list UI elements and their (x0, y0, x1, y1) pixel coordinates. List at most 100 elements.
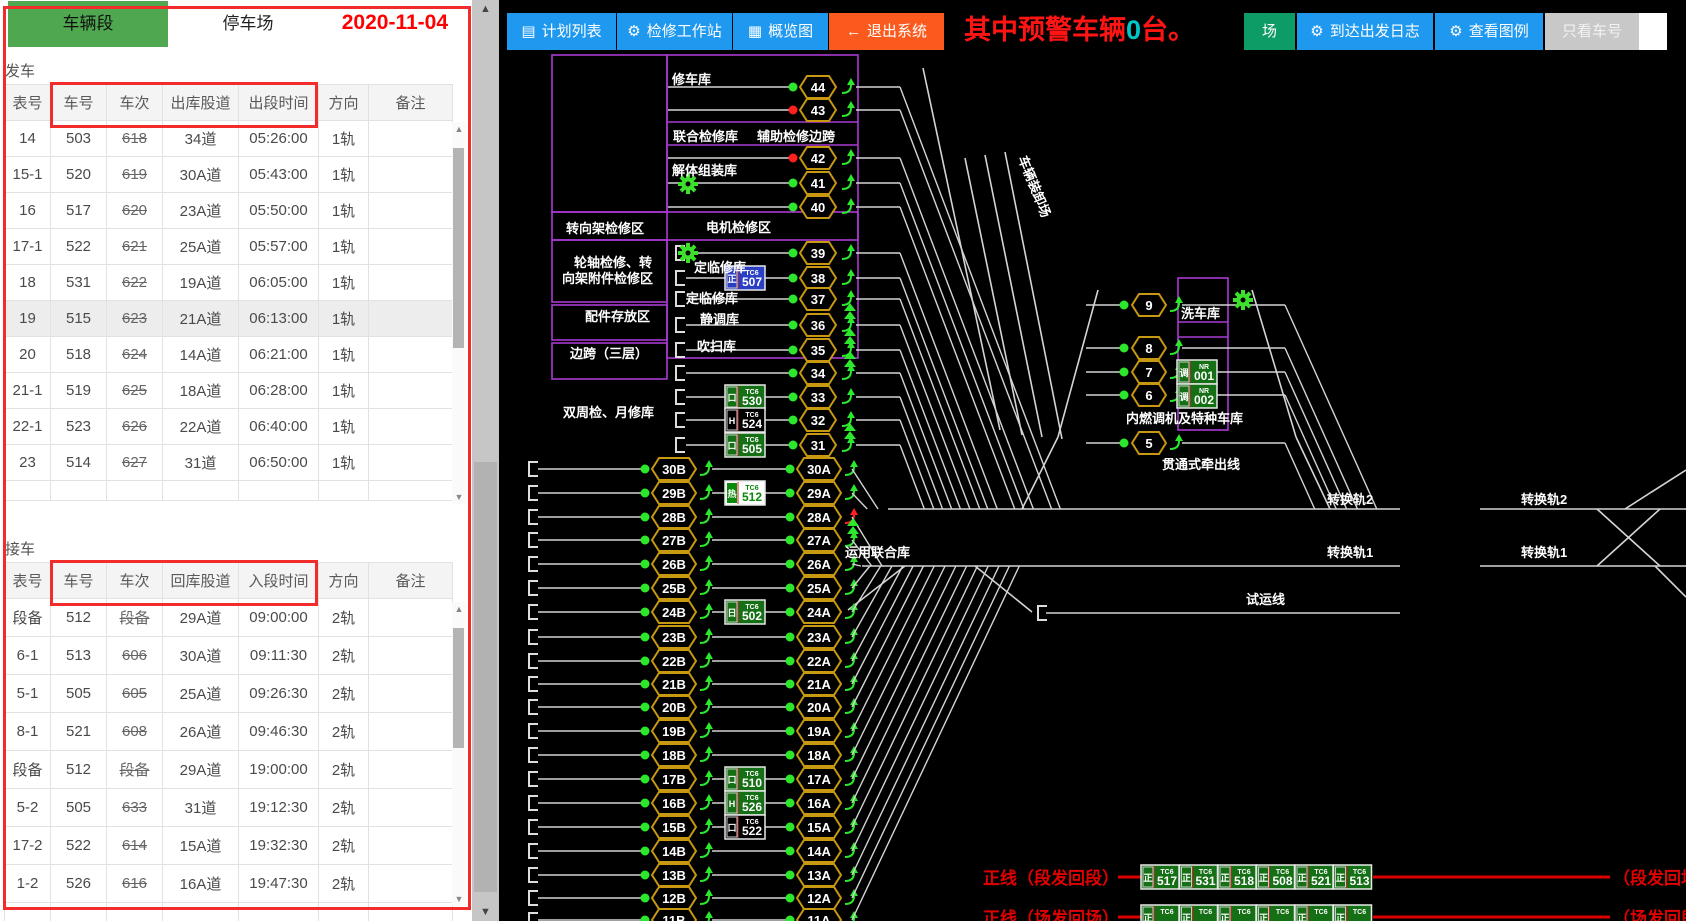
track-badge-21A[interactable]: 21A (797, 673, 841, 695)
track-badge-41[interactable]: 41 (800, 172, 836, 194)
toolbar-left-2-button[interactable]: ▦概览图 (733, 13, 828, 50)
train-badge-TC6[interactable]: 正TC6 (1257, 905, 1295, 921)
track-badge-5[interactable]: 5 (1132, 432, 1166, 454)
table-row[interactable]: 17-152262125A道05:57:001轨 (5, 229, 453, 265)
train-badge-512[interactable]: 热TC6512 (725, 481, 765, 505)
track-badge-39[interactable]: 39 (800, 242, 836, 264)
track-badge-13B[interactable]: 13B (652, 864, 696, 886)
track-badge-32[interactable]: 32 (800, 409, 836, 431)
track-badge-24B[interactable]: 24B (652, 601, 696, 623)
track-badge-33[interactable]: 33 (800, 386, 836, 408)
arrive-table-scrollbar[interactable]: ▲ ▼ (452, 602, 466, 906)
track-badge-20B[interactable]: 20B (652, 696, 696, 718)
track-badge-29A[interactable]: 29A (797, 482, 841, 504)
table-row[interactable]: 段备512段备29A道09:00:002轨 (5, 599, 453, 637)
table-row[interactable]: 1651762023A道05:50:001轨 (5, 193, 453, 229)
train-badge-530[interactable]: 口TC6530 (725, 385, 765, 409)
toolbar-right-3-button[interactable]: 只看车号 (1545, 13, 1639, 50)
toolbar-left-0-button[interactable]: ▤计划列表 (507, 13, 616, 50)
track-badge-42[interactable]: 42 (800, 147, 836, 169)
track-badge-25A[interactable]: 25A (797, 577, 841, 599)
track-badge-14B[interactable]: 14B (652, 840, 696, 862)
track-badge-28B[interactable]: 28B (652, 506, 696, 528)
track-badge-27A[interactable]: 27A (797, 529, 841, 551)
table-row[interactable]: 22-152362622A道06:40:001轨 (5, 409, 453, 445)
track-badge-13A[interactable]: 13A (797, 864, 841, 886)
toolbar-left-3-button[interactable]: ←退出系统 (829, 13, 944, 50)
table-row[interactable]: 1853162219A道06:05:001轨 (5, 265, 453, 301)
track-badge-18A[interactable]: 18A (797, 744, 841, 766)
track-badge-37[interactable]: 37 (800, 288, 836, 310)
train-badge-513[interactable]: 正TC6513 (1334, 865, 1372, 889)
track-badge-7[interactable]: 7 (1132, 361, 1166, 383)
track-badge-43[interactable]: 43 (800, 99, 836, 121)
tab-parking[interactable]: 停车场 (168, 1, 328, 47)
track-badge-28A[interactable]: 28A (797, 506, 841, 528)
depart-table-scrollbar[interactable]: ▲ ▼ (452, 122, 466, 504)
table-row[interactable]: 5-250563331道19:12:302轨 (5, 789, 453, 827)
table-row[interactable]: 8-152160826A道09:46:302轨 (5, 713, 453, 751)
train-badge-505[interactable]: 口TC6505 (725, 433, 765, 457)
toolbar-left-1-button[interactable]: ⚙检修工作站 (617, 13, 732, 50)
track-badge-16B[interactable]: 16B (652, 792, 696, 814)
track-badge-11A[interactable]: 11A (797, 909, 841, 921)
table-row[interactable]: 5-150560525A道09:26:302轨 (5, 675, 453, 713)
train-badge-526[interactable]: HTC6526 (725, 791, 765, 815)
track-badge-27B[interactable]: 27B (652, 529, 696, 551)
track-badge-23B[interactable]: 23B (652, 626, 696, 648)
track-badge-20A[interactable]: 20A (797, 696, 841, 718)
train-badge-TC6[interactable]: 正TC6 (1295, 905, 1333, 921)
train-badge-510[interactable]: 口TC6510 (725, 767, 765, 791)
train-badge-518[interactable]: 正TC6518 (1218, 865, 1256, 889)
train-badge-TC6[interactable]: 正TC6 (1141, 905, 1179, 921)
track-badge-17B[interactable]: 17B (652, 768, 696, 790)
track-badge-30A[interactable]: 30A (797, 458, 841, 480)
table-row[interactable]: 1450361834道05:26:001轨 (5, 121, 453, 157)
table-row[interactable]: 6-151360630A道09:11:302轨 (5, 637, 453, 675)
train-badge-002[interactable]: 调NR002 (1177, 384, 1217, 408)
track-badge-35[interactable]: 35 (800, 339, 836, 361)
track-badge-22A[interactable]: 22A (797, 650, 841, 672)
track-badge-36[interactable]: 36 (800, 314, 836, 336)
track-badge-25B[interactable]: 25B (652, 577, 696, 599)
table-row[interactable]: 2051862414A道06:21:001轨 (5, 337, 453, 373)
table-row[interactable]: 21-151962518A道06:28:001轨 (5, 373, 453, 409)
track-badge-19A[interactable]: 19A (797, 720, 841, 742)
track-badge-11B[interactable]: 11B (652, 909, 696, 921)
track-badge-9[interactable]: 9 (1132, 294, 1166, 316)
toolbar-right-1-button[interactable]: ⚙到达出发日志 (1297, 13, 1433, 50)
track-badge-34[interactable]: 34 (800, 362, 836, 384)
track-badge-23A[interactable]: 23A (797, 626, 841, 648)
track-badge-18B[interactable]: 18B (652, 744, 696, 766)
track-badge-12A[interactable]: 12A (797, 887, 841, 909)
train-badge-522[interactable]: 口TC6522 (725, 815, 765, 839)
track-badge-22B[interactable]: 22B (652, 650, 696, 672)
track-badge-6[interactable]: 6 (1132, 384, 1166, 406)
train-badge-508[interactable]: 正TC6508 (1257, 865, 1295, 889)
track-badge-38[interactable]: 38 (800, 267, 836, 289)
track-badge-21B[interactable]: 21B (652, 673, 696, 695)
table-row[interactable]: 1-252661616A道19:47:302轨 (5, 865, 453, 903)
train-badge-502[interactable]: 日TC6502 (725, 600, 765, 624)
track-badge-24A[interactable]: 24A (797, 601, 841, 623)
track-badge-26A[interactable]: 26A (797, 553, 841, 575)
train-badge-001[interactable]: 调NR001 (1177, 360, 1217, 384)
train-badge-521[interactable]: 正TC6521 (1295, 865, 1333, 889)
track-badge-17A[interactable]: 17A (797, 768, 841, 790)
toolbar-right-2-button[interactable]: ⚙查看图例 (1435, 13, 1543, 50)
train-badge-TC6[interactable]: 正TC6 (1180, 905, 1218, 921)
table-row[interactable]: 1951562321A道06:13:001轨 (5, 301, 453, 337)
table-row[interactable]: 段备512段备29A道19:00:002轨 (5, 751, 453, 789)
track-badge-15A[interactable]: 15A (797, 816, 841, 838)
table-row[interactable]: 15-152061930A道05:43:001轨 (5, 157, 453, 193)
track-badge-26B[interactable]: 26B (652, 553, 696, 575)
table-row[interactable]: 2351462731道06:50:001轨 (5, 445, 453, 481)
track-badge-30B[interactable]: 30B (652, 458, 696, 480)
train-badge-524[interactable]: HTC6524 (725, 408, 765, 432)
table-row[interactable]: 17-252261415A道19:32:302轨 (5, 827, 453, 865)
tab-depot[interactable]: 车辆段 (8, 1, 168, 47)
track-badge-19B[interactable]: 19B (652, 720, 696, 742)
track-badge-40[interactable]: 40 (800, 196, 836, 218)
track-badge-16A[interactable]: 16A (797, 792, 841, 814)
panel-scrollbar[interactable]: ▲ ▼ (472, 0, 499, 921)
